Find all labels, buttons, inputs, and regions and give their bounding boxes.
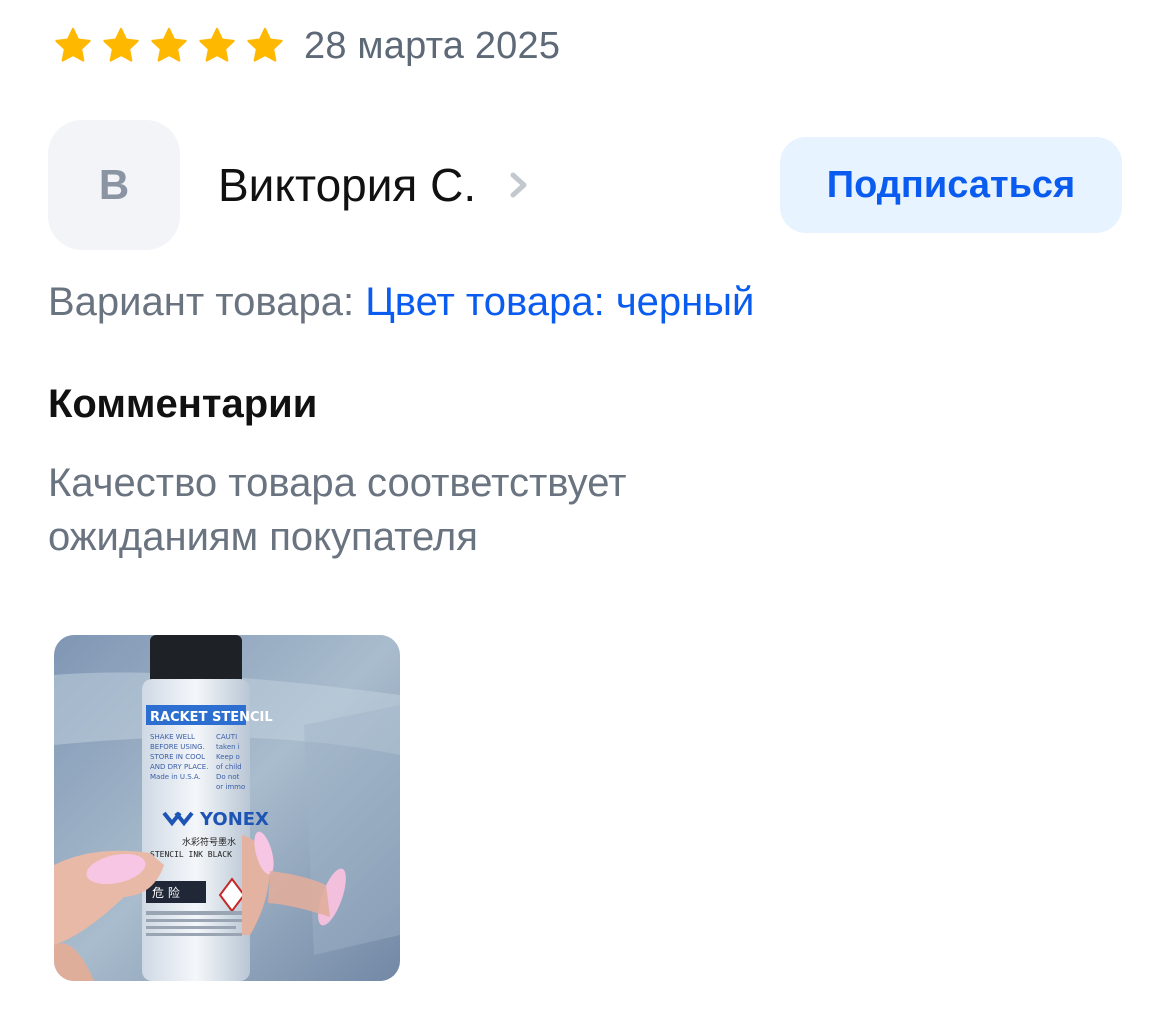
photo-cn-line: 水彩符号墨水 — [182, 836, 236, 848]
product-variant: Вариант товара: Цвет товара: черный — [48, 276, 754, 328]
photo-label-line: Keep o — [216, 753, 240, 761]
photo-ink-line: STENCIL INK BLACK — [150, 850, 232, 859]
star-icon — [55, 27, 91, 62]
photo-label-line: Do not — [216, 773, 240, 781]
variant-value-link[interactable]: Цвет товара: черный — [365, 280, 754, 324]
subscribe-button[interactable]: Подписаться — [780, 137, 1122, 233]
photo-label-line: BEFORE USING. — [150, 743, 205, 751]
review-photo[interactable]: RACKET STENCIL SHAKE WELL BEFORE USING. ST… — [54, 635, 400, 981]
star-icon — [151, 27, 187, 62]
avatar-initial: В — [98, 161, 130, 208]
photo-danger: 危 险 — [152, 885, 180, 900]
photo-brand: YONEX — [199, 809, 269, 830]
photo-label-line: CAUTI — [216, 733, 237, 741]
photo-label-line: or immo — [216, 783, 245, 791]
author-name: Виктория С. — [218, 159, 477, 211]
star-icon — [199, 27, 235, 62]
photo-label-title: RACKET STENCIL — [150, 710, 273, 725]
photo-label-line: STORE IN COOL — [150, 753, 205, 761]
avatar[interactable]: В — [48, 120, 180, 250]
photo-label-line: taken i — [216, 743, 240, 751]
comments-title: Комментарии — [48, 382, 318, 426]
star-icon — [103, 27, 139, 62]
star-icon — [247, 27, 283, 62]
author-row: В Виктория С. Подписаться — [48, 120, 1122, 250]
photo-label-line: Made in U.S.A. — [150, 773, 201, 781]
chevron-right-icon — [510, 172, 527, 198]
photo-label-line: of child — [216, 763, 242, 771]
variant-label: Вариант товара: — [48, 280, 355, 324]
photo-label-line: SHAKE WELL — [150, 733, 195, 741]
review-card: 28 марта 2025 В Виктория С. Подписаться … — [0, 0, 1170, 1012]
review-date: 28 марта 2025 — [304, 24, 561, 67]
review-photo-image: RACKET STENCIL SHAKE WELL BEFORE USING. ST… — [54, 635, 400, 981]
author-profile-link[interactable]: Виктория С. — [218, 158, 532, 212]
comment-text: Качество товара соответствует ожиданиям … — [48, 461, 627, 559]
rating-row: 28 марта 2025 — [52, 22, 560, 70]
star-rating — [52, 25, 286, 67]
photo-label-line: AND DRY PLACE. — [150, 763, 208, 771]
